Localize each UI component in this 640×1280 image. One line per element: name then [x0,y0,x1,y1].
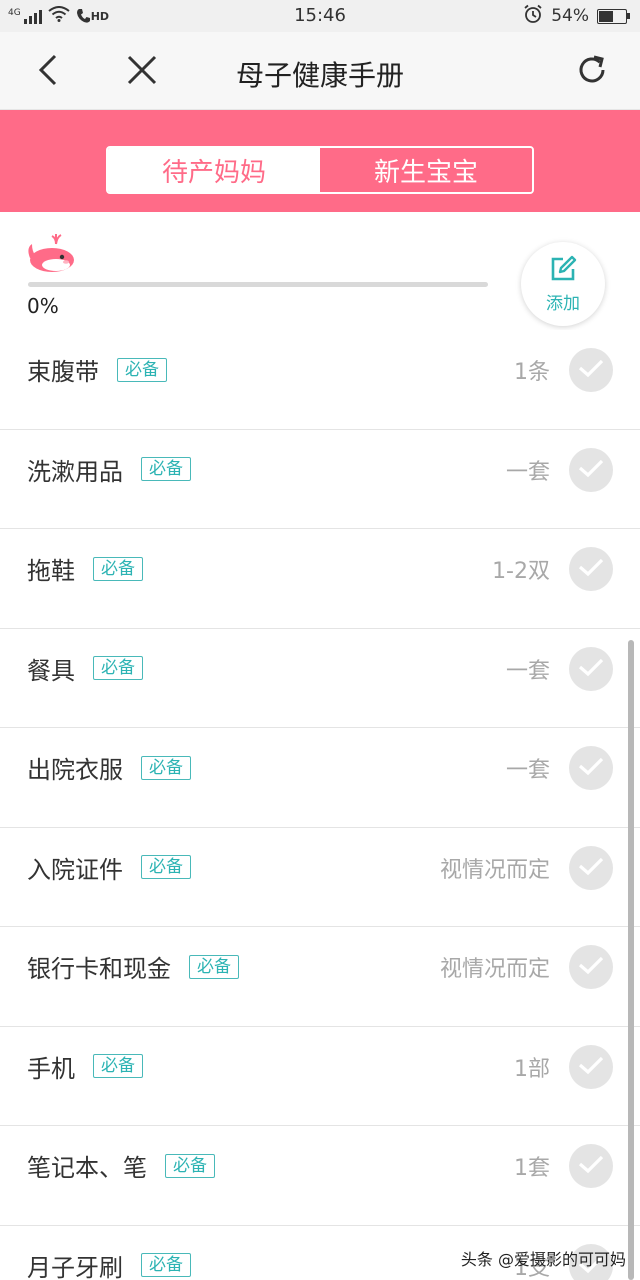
item-name-group: 餐具 必备 [27,651,143,686]
progress-bar [28,282,488,287]
item-name-group: 手机 必备 [27,1049,143,1084]
list-item[interactable]: 洗漱用品 必备 一套 [0,429,640,529]
whale-mascot-icon [26,230,78,274]
progress-section: 0% 添加 [0,212,640,340]
required-badge: 必备 [189,954,239,979]
edit-icon [549,255,577,287]
required-badge: 必备 [141,755,191,780]
add-item-label: 添加 [546,293,580,314]
item-name-group: 洗漱用品 必备 [27,452,191,487]
item-quantity: 1-2双 [492,559,550,584]
checkmark-icon [578,657,604,681]
battery-icon [597,8,630,24]
item-quantity: 视情况而定 [439,857,550,883]
required-badge: 必备 [141,855,191,879]
checkmark-icon [578,856,604,880]
check-button[interactable] [569,447,613,492]
item-name: 入院证件 [27,855,123,884]
item-quantity: 1套 [514,1156,550,1181]
checkmark-icon [578,358,604,382]
check-button[interactable] [569,547,613,591]
checklist: 束腹带 必备 1条 洗漱用品 必备 一套 拖鞋 必备 1-2双 餐具 必备 一套 出院衣服 必备 一套 入院证… [0,330,640,1280]
required-badge: 必备 [141,457,191,481]
refresh-button[interactable] [570,50,614,94]
item-name-group: 出院衣服 必备 [27,750,191,785]
check-button[interactable] [569,646,613,691]
item-name: 餐具 [27,656,75,685]
item-name: 束腹带 [27,358,99,386]
segmented-tabs: 待产妈妈 新生宝宝 [106,146,534,194]
item-name: 笔记本、笔 [27,1154,147,1182]
required-badge: 必备 [93,556,143,581]
status-bar: 4G HD 15:46 54% [0,0,640,32]
item-name-group: 拖鞋 必备 [27,551,143,586]
checkmark-icon [578,557,604,581]
list-item[interactable]: 出院衣服 必备 一套 [0,728,640,828]
tab-expectant-mother[interactable]: 待产妈妈 [108,148,320,192]
nav-bar: 母子健康手册 [0,32,640,110]
checkmark-icon [578,458,604,482]
checkmark-icon [578,1154,604,1178]
battery-percent: 54% [551,6,589,26]
item-name: 出院衣服 [27,756,123,784]
required-badge: 必备 [93,656,143,680]
progress-percent: 0% [27,294,59,318]
required-badge: 必备 [165,1153,215,1178]
item-quantity: 1部 [514,1056,550,1082]
item-name: 手机 [27,1054,75,1083]
item-name-group: 银行卡和现金 必备 [27,949,239,984]
item-quantity: 视情况而定 [439,957,550,982]
item-name-group: 束腹带 必备 [27,352,167,387]
list-item[interactable]: 银行卡和现金 必备 视情况而定 [0,927,640,1027]
check-button[interactable] [569,746,613,790]
refresh-icon [575,53,609,91]
check-button[interactable] [569,845,613,890]
check-button[interactable] [569,348,613,392]
checkmark-icon [578,1055,604,1079]
item-quantity: 1条 [514,360,550,385]
list-item[interactable]: 餐具 必备 一套 [0,628,640,728]
add-item-button[interactable]: 添加 [521,242,605,326]
tab-newborn-baby[interactable]: 新生宝宝 [320,148,532,192]
check-button[interactable] [569,1144,613,1188]
item-quantity: 一套 [505,758,550,783]
required-badge: 必备 [117,357,167,382]
item-name-group: 笔记本、笔 必备 [27,1148,215,1183]
check-button[interactable] [569,945,613,989]
check-button[interactable] [569,1044,613,1089]
list-item[interactable]: 束腹带 必备 1条 [0,330,640,430]
item-quantity: 一套 [505,658,550,684]
alarm-icon [523,4,543,29]
checkmark-icon [578,756,604,780]
item-quantity: 一套 [505,459,550,485]
required-badge: 必备 [93,1054,143,1078]
item-name-group: 入院证件 必备 [27,850,191,885]
watermark: 头条 @爱摄影的可可妈 [460,1250,626,1269]
item-name: 月子牙刷 [27,1253,123,1280]
list-item[interactable]: 入院证件 必备 视情况而定 [0,827,640,927]
list-item[interactable]: 笔记本、笔 必备 1套 [0,1126,640,1226]
status-right: 54% [523,4,630,29]
page-title: 母子健康手册 [235,59,404,92]
item-name: 银行卡和现金 [27,955,171,983]
required-badge: 必备 [141,1253,191,1277]
item-name: 洗漱用品 [27,457,123,486]
tab-header: 待产妈妈 新生宝宝 [0,110,640,212]
checkmark-icon [578,955,604,979]
list-item[interactable]: 手机 必备 1部 [0,1026,640,1126]
list-item[interactable]: 拖鞋 必备 1-2双 [0,529,640,629]
scrollbar[interactable] [628,640,634,1280]
item-name: 拖鞋 [27,557,75,585]
item-name-group: 月子牙刷 必备 [27,1248,191,1280]
